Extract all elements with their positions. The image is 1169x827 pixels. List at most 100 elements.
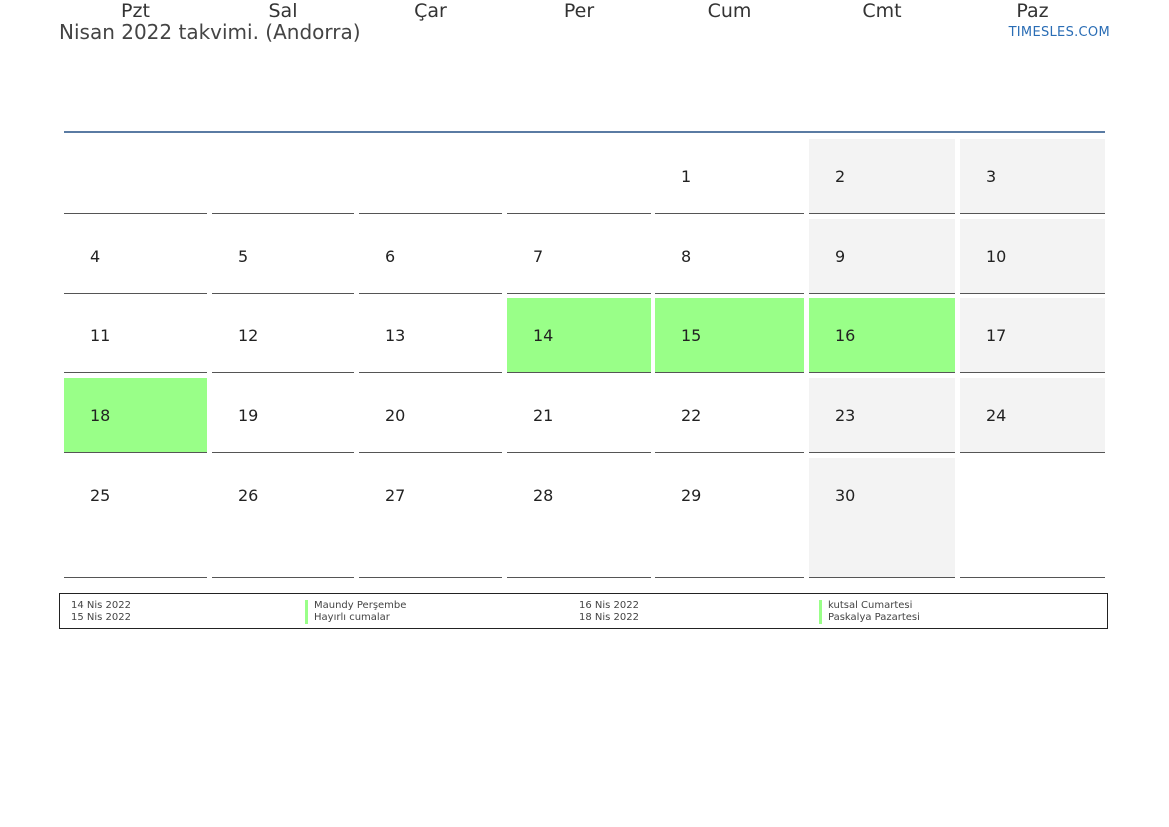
day-number: 22 [681,406,702,425]
day-number: 29 [681,486,702,505]
day-number: 23 [835,406,856,425]
day-cell-23[interactable]: 23 [809,378,955,453]
header-divider [64,131,1105,133]
brand-link[interactable]: TIMESLES.COM [1009,25,1110,40]
cell-underline [960,372,1105,373]
day-cell-24[interactable]: 24 [960,378,1105,453]
cell-underline [212,452,354,453]
legend-holiday-name: Paskalya Pazartesi [819,612,920,624]
cell-underline [507,372,651,373]
day-cell-28[interactable]: 28 [507,458,651,578]
day-cell-30[interactable]: 30 [809,458,955,578]
day-cell-6[interactable]: 6 [359,219,502,294]
day-number: 17 [986,326,1007,345]
cell-underline [655,293,804,294]
cell-underline [960,293,1105,294]
holiday-legend: 14 Nis 2022 Maundy Perşembe 15 Nis 2022 Hay… [59,593,1108,629]
legend-holiday-name: Maundy Perşembe [305,600,406,612]
cell-underline [359,293,502,294]
cell-underline [359,577,502,578]
day-cell-4[interactable]: 4 [64,219,207,294]
cell-underline [960,577,1105,578]
day-cell-25[interactable]: 25 [64,458,207,578]
day-number: 28 [533,486,554,505]
day-number: 1 [681,167,692,186]
day-cell-26[interactable]: 26 [212,458,354,578]
weekday-label: Cum [707,0,752,22]
day-number: 3 [986,167,997,186]
cell-underline [359,452,502,453]
cell-underline [507,577,651,578]
day-cell-14[interactable]: 14 [507,298,651,373]
day-cell-11[interactable]: 11 [64,298,207,373]
day-cell-9[interactable]: 9 [809,219,955,294]
cell-underline [64,372,207,373]
day-cell-22[interactable]: 22 [655,378,804,453]
weekday-label: Cmt [862,0,902,22]
cell-underline [212,372,354,373]
day-cell-8[interactable]: 8 [655,219,804,294]
cell-underline [64,293,207,294]
legend-date: 14 Nis 2022 [71,600,131,611]
cell-underline [64,577,207,578]
day-cell-19[interactable]: 19 [212,378,354,453]
cell-underline [655,372,804,373]
day-number: 9 [835,247,846,266]
cell-underline [212,213,354,214]
day-number: 12 [238,326,259,345]
day-cell-1[interactable]: 1 [655,139,804,214]
cell-underline [507,452,651,453]
day-number: 5 [238,247,249,266]
day-number: 15 [681,326,702,345]
day-number: 7 [533,247,544,266]
cell-underline [507,213,651,214]
day-cell-21[interactable]: 21 [507,378,651,453]
day-cell-3[interactable]: 3 [960,139,1105,214]
weekday-label: Paz [1016,0,1049,22]
day-cell-20[interactable]: 20 [359,378,502,453]
day-cell-15[interactable]: 15 [655,298,804,373]
day-cell-17[interactable]: 17 [960,298,1105,373]
cell-underline [809,577,955,578]
day-number: 4 [90,247,101,266]
day-cell-10[interactable]: 10 [960,219,1105,294]
day-cell-12[interactable]: 12 [212,298,354,373]
day-number: 16 [835,326,856,345]
day-cell-16[interactable]: 16 [809,298,955,373]
cell-underline [960,213,1105,214]
cell-underline [809,452,955,453]
cell-underline [64,213,207,214]
day-number: 14 [533,326,554,345]
day-cell-29[interactable]: 29 [655,458,804,578]
legend-date: 16 Nis 2022 [579,600,639,611]
cell-underline [809,213,955,214]
day-cell-18[interactable]: 18 [64,378,207,453]
day-cell-2[interactable]: 2 [809,139,955,214]
day-number: 13 [385,326,406,345]
day-number: 24 [986,406,1007,425]
empty-day-cell [212,139,354,214]
cell-underline [64,452,207,453]
cell-underline [655,577,804,578]
day-number: 25 [90,486,111,505]
cell-underline [359,372,502,373]
cell-underline [809,293,955,294]
day-cell-7[interactable]: 7 [507,219,651,294]
cell-underline [809,372,955,373]
weekday-label: Sal [268,0,298,22]
empty-day-cell [507,139,651,214]
page-title: Nisan 2022 takvimi. (Andorra) [59,20,361,44]
day-number: 19 [238,406,259,425]
day-number: 26 [238,486,259,505]
weekday-label: Çar [414,0,447,22]
day-cell-27[interactable]: 27 [359,458,502,578]
day-cell-5[interactable]: 5 [212,219,354,294]
legend-holiday-name: Hayırlı cumalar [305,612,390,624]
empty-day-cell [359,139,502,214]
cell-underline [359,213,502,214]
cell-underline [960,452,1105,453]
legend-date: 15 Nis 2022 [71,612,131,623]
day-number: 30 [835,486,856,505]
day-cell-13[interactable]: 13 [359,298,502,373]
day-number: 8 [681,247,692,266]
